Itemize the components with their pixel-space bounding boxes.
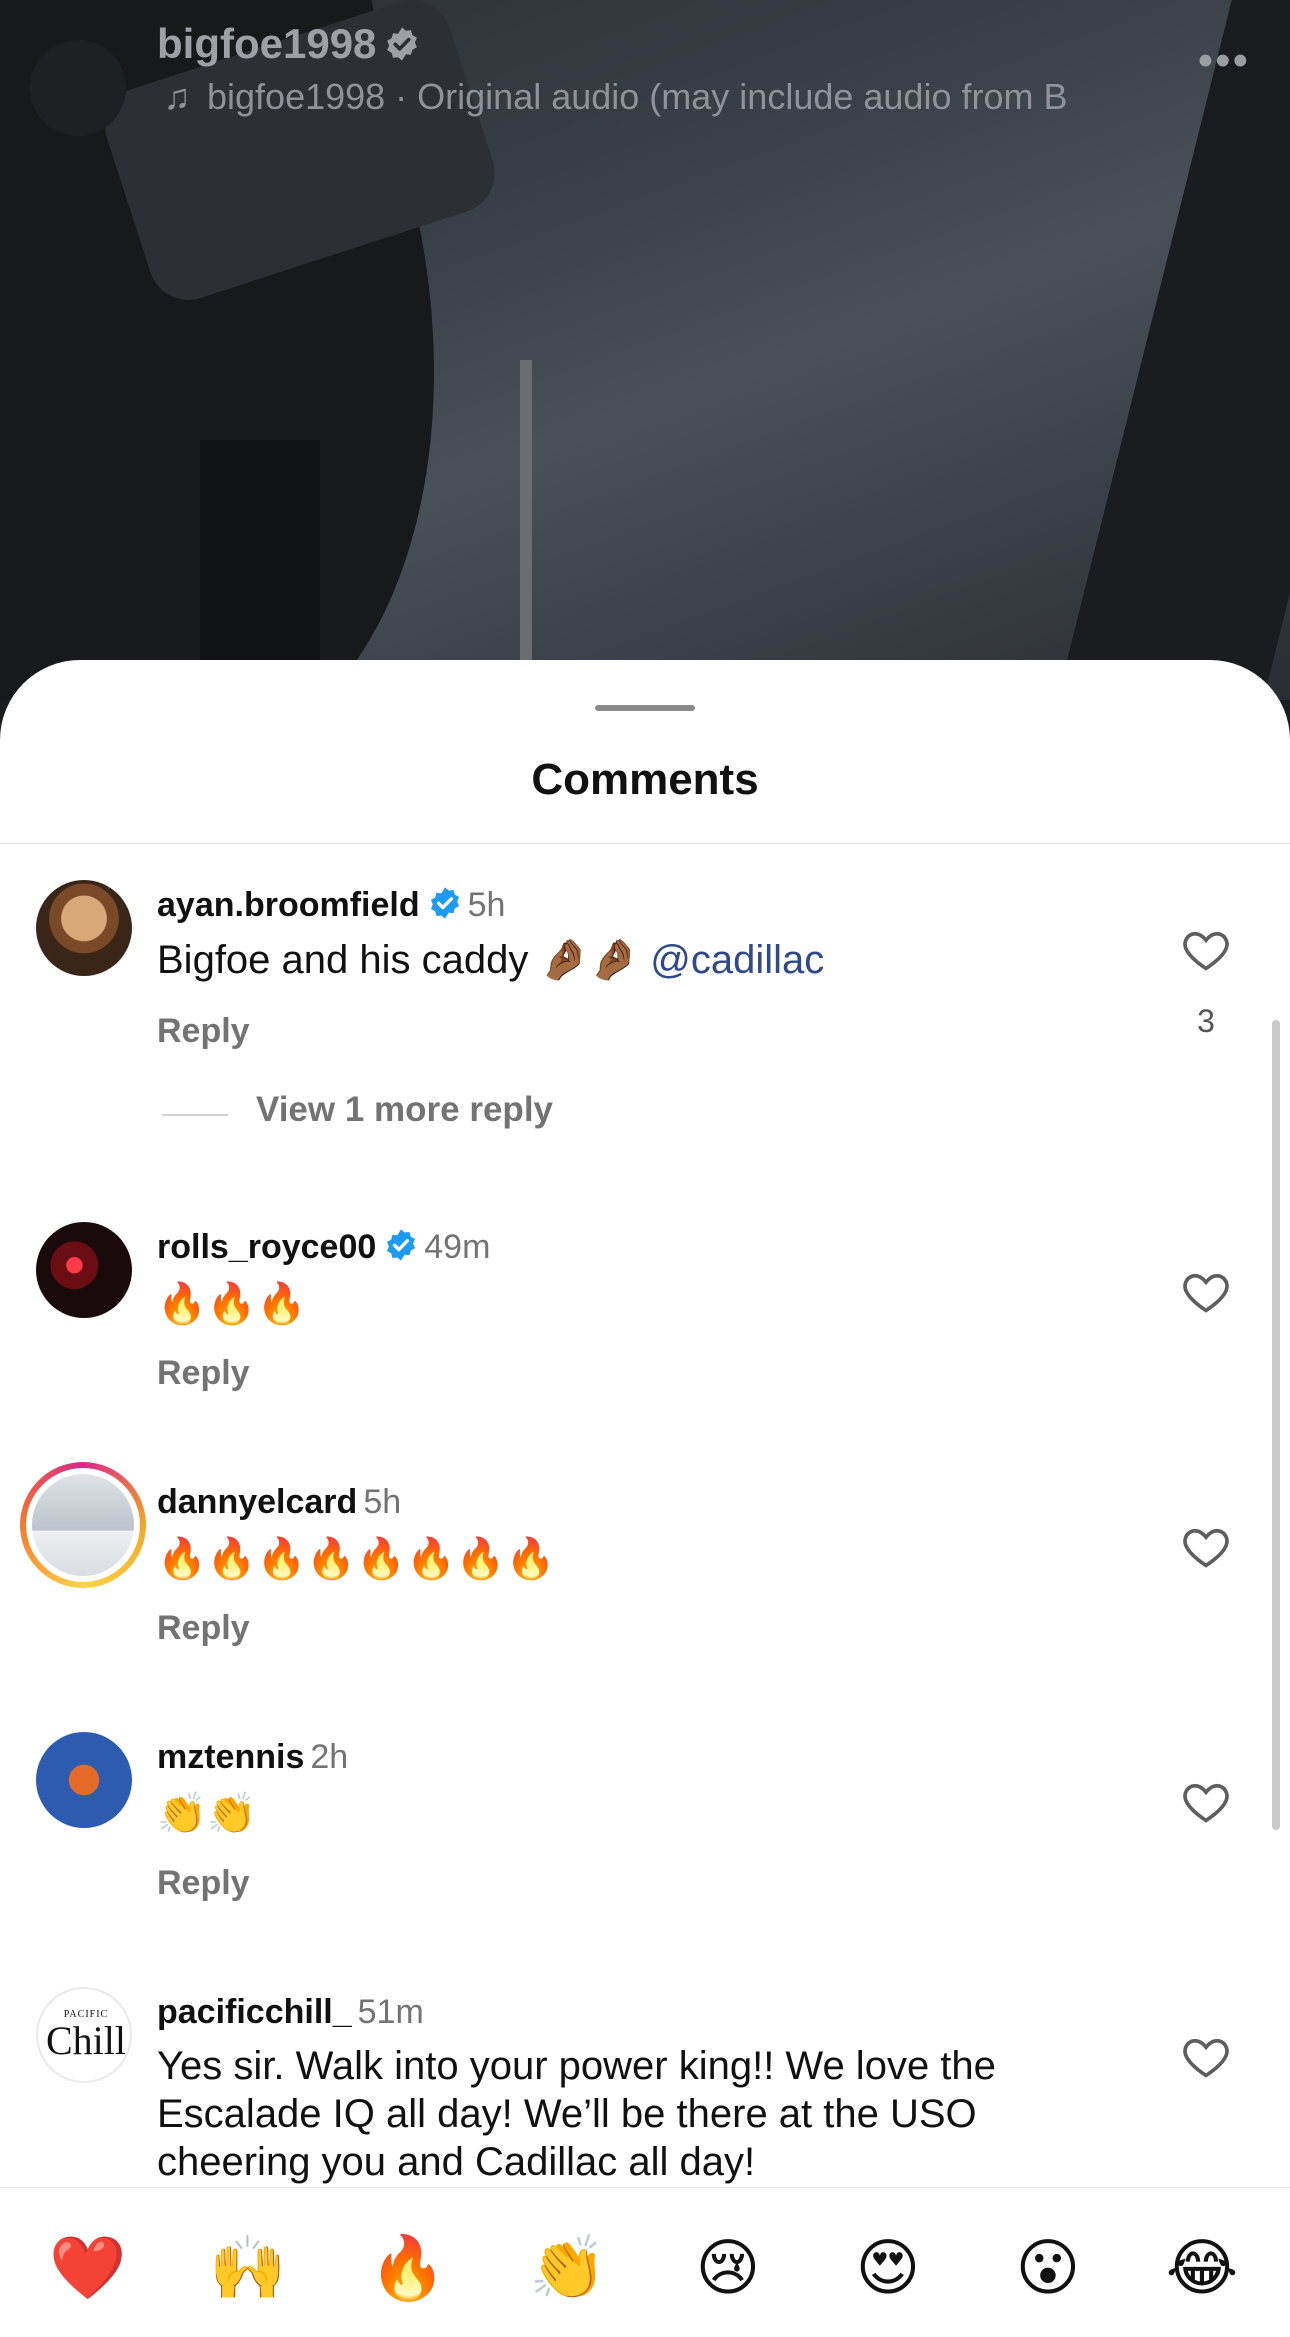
story-ring[interactable] [20,1462,146,1588]
original-audio-link[interactable]: ♫ bigfoe1998 · Original audio (may includ… [157,76,1157,118]
post-author-username[interactable]: bigfoe1998 [157,20,420,68]
comment-time: 5h [467,886,506,924]
verified-badge-icon [430,887,459,919]
comment-username[interactable]: ayan.broomfield [157,886,420,924]
verified-badge-icon [387,27,418,61]
like-heart-icon[interactable] [1180,1266,1232,1318]
clapping-hands-reaction-icon[interactable]: 👏 [528,2228,608,2308]
reply-button[interactable]: Reply [157,1012,250,1051]
like-heart-icon[interactable] [1180,2031,1232,2083]
heart-eyes-reaction-icon[interactable]: 😍 [848,2228,928,2308]
music-note-icon: ♫ [163,76,191,117]
reply-button[interactable]: Reply [157,1609,250,1648]
reply-button[interactable]: Reply [157,1354,250,1393]
raising-hands-reaction-icon[interactable]: 🙌 [208,2228,288,2308]
like-heart-icon[interactable] [1180,1776,1232,1828]
comment-header: pacificchill_ 51m [157,1993,424,2032]
divider [0,843,1290,844]
mention-link[interactable]: @cadillac [650,938,824,982]
sheet-title: Comments [531,755,759,804]
comment-username[interactable]: rolls_royce00 [157,1228,376,1266]
fire-reaction-icon[interactable]: 🔥 [368,2228,448,2308]
comment-header: ayan.broomfield 5h [157,886,505,925]
comment-header: mztennis 2h [157,1738,348,1777]
comment-text: Yes sir. Walk into your power king!! We … [157,2044,996,2184]
comment-time: 2h [310,1738,349,1776]
view-more-replies-label[interactable]: View 1 more reply [256,1090,553,1130]
comment-header: rolls_royce00 49m [157,1228,490,1267]
comment-time: 49m [424,1228,491,1266]
comments-sheet: Comments ayan.broomfield 5h Bigfoe and hi… [0,660,1290,2337]
red-heart-reaction-icon[interactable]: ❤️ [48,2228,128,2308]
post-author-name[interactable]: bigfoe1998 [157,20,376,67]
like-heart-icon[interactable] [1180,924,1232,976]
comment-text: Bigfoe and his caddy 🤌🏾🤌🏾 @cadillac [157,936,1077,984]
avatar-logo-text: Chill [45,2018,127,2063]
comment-username[interactable]: pacificchill_ [157,1993,352,2031]
sheet-drag-handle[interactable] [595,705,695,711]
video-pole [520,360,532,680]
surprised-face-reaction-icon[interactable]: 😮 [1008,2228,1088,2308]
comment-time: 51m [357,1993,424,2031]
comment-username[interactable]: dannyelcard [157,1483,357,1521]
comment-text: 🔥🔥🔥🔥🔥🔥🔥🔥 [157,1537,556,1581]
comment-body: Bigfoe and his caddy 🤌🏾🤌🏾 [157,938,640,982]
comment-text: 👏👏 [157,1792,257,1836]
post-header: bigfoe1998 ♫ bigfoe1998 · Original audio … [0,0,1290,136]
more-options-icon[interactable]: ••• [1198,36,1250,86]
video-sign-post [200,440,320,680]
like-heart-icon[interactable] [1180,1521,1232,1573]
reply-button[interactable]: Reply [157,1864,250,1903]
tears-of-joy-reaction-icon[interactable]: 😂 [1162,2228,1242,2308]
comment-time: 5h [363,1483,402,1521]
avatar[interactable]: PACIFIC Chill [36,1987,132,2083]
scrollbar[interactable] [1272,1020,1280,1830]
avatar[interactable] [36,1732,132,1828]
verified-badge-icon [387,1229,416,1261]
crying-face-reaction-icon[interactable]: 😢 [688,2228,768,2308]
comment-username[interactable]: mztennis [157,1738,304,1776]
post-author-avatar[interactable] [30,40,126,136]
comment-text: 🔥🔥🔥 [157,1282,307,1326]
audio-label: bigfoe1998 · Original audio (may include… [207,76,1068,117]
avatar [32,1474,134,1576]
avatar[interactable] [36,1222,132,1318]
reply-thread-line [162,1114,228,1116]
like-count: 3 [1197,1003,1215,1039]
quick-reactions-bar: ❤️ 🙌 🔥 👏 😢 😍 😮 😂 [0,2187,1290,2337]
comment-header: dannyelcard 5h [157,1483,401,1522]
avatar[interactable] [36,880,132,976]
